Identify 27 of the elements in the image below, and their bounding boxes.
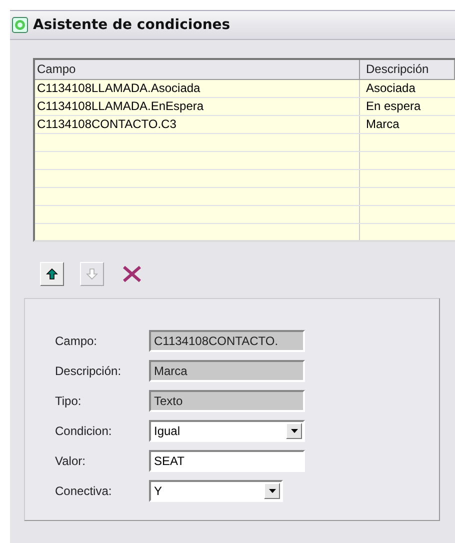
field-label: Conectiva: <box>55 484 113 498</box>
input-field[interactable]: SEAT <box>149 450 305 472</box>
readonly-field: C1134108CONTACTO. <box>149 330 305 352</box>
table-cell: C1134108LLAMADA.EnEspera <box>35 98 360 115</box>
dropdown[interactable]: Igual <box>149 420 305 442</box>
field-label: Tipo: <box>55 394 82 408</box>
dropdown-arrow-icon <box>268 489 276 493</box>
readonly-field: Marca <box>149 360 305 382</box>
table-cell-text: En espera <box>365 98 422 115</box>
field-label: Condicion: <box>55 424 113 438</box>
delete-icon[interactable] <box>122 265 142 283</box>
up-arrow-icon <box>46 268 58 280</box>
readonly-field: Texto <box>149 390 305 412</box>
field-label: Valor: <box>55 454 86 468</box>
field-label: Descripción: <box>55 364 122 378</box>
move-up-button[interactable] <box>40 262 64 286</box>
window-title: Asistente de condiciones <box>33 17 230 33</box>
table-cell-text: Marca <box>365 116 400 133</box>
field-label: Campo: <box>55 334 98 348</box>
column-header[interactable]: Campo <box>35 60 360 79</box>
down-arrow-icon <box>86 268 98 280</box>
table-cell: C1134108CONTACTO.C3 <box>35 116 360 133</box>
dropdown[interactable]: Y <box>149 480 283 502</box>
table-cell-text: Asociada <box>365 80 416 97</box>
table-cell: C1134108LLAMADA.Asociada <box>35 80 360 97</box>
dropdown-arrow-icon <box>290 429 298 433</box>
app-icon <box>12 17 28 33</box>
